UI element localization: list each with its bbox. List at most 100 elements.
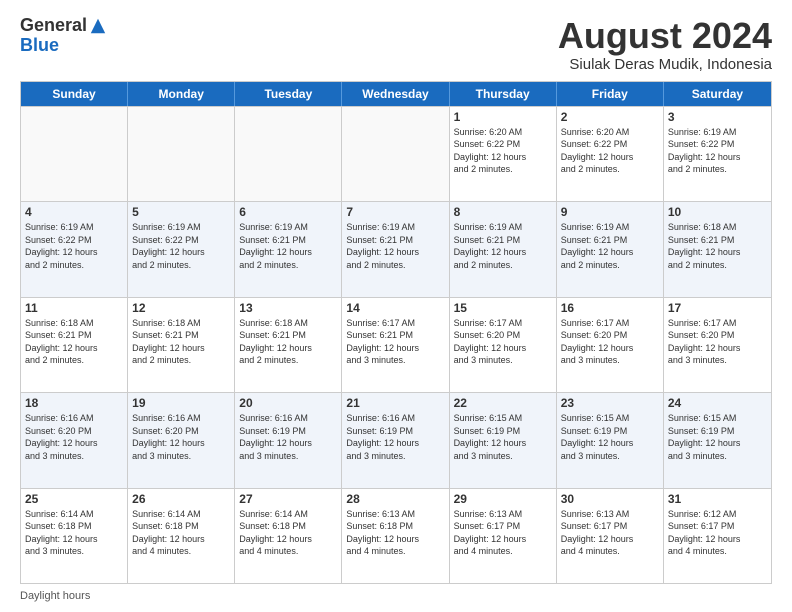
day-number: 5 [132, 205, 230, 219]
day-number: 25 [25, 492, 123, 506]
day-number: 30 [561, 492, 659, 506]
cell-info: Sunrise: 6:19 AM Sunset: 6:21 PM Dayligh… [346, 221, 444, 271]
cal-cell-12: 12Sunrise: 6:18 AM Sunset: 6:21 PM Dayli… [128, 298, 235, 392]
cal-cell-25: 25 Sunrise: 6:14 AM Sunset: 6:18 PM Dayli… [21, 489, 128, 583]
cell-info: Sunrise: 6:18 AM Sunset: 6:21 PM Dayligh… [132, 317, 230, 367]
cell-info: Sunrise: 6:16 AM Sunset: 6:19 PM Dayligh… [346, 412, 444, 462]
cal-cell-4: 4 Sunrise: 6:19 AM Sunset: 6:22 PM Daylig… [21, 202, 128, 296]
logo-text: General Blue [20, 16, 107, 56]
main-title: August 2024 [558, 16, 772, 56]
cal-cell-7: 7 Sunrise: 6:19 AM Sunset: 6:21 PM Daylig… [342, 202, 449, 296]
logo-general: General [20, 16, 87, 36]
cell-info: Sunrise: 6:19 AM Sunset: 6:22 PM Dayligh… [25, 221, 123, 271]
cal-week-4: 25 Sunrise: 6:14 AM Sunset: 6:18 PM Dayli… [21, 488, 771, 583]
day-number: 26 [132, 492, 230, 506]
cal-week-2: 11Sunrise: 6:18 AM Sunset: 6:21 PM Dayli… [21, 297, 771, 392]
day-number: 6 [239, 205, 337, 219]
day-number: 14 [346, 301, 444, 315]
cal-header-day-saturday: Saturday [664, 82, 771, 106]
logo: General Blue [20, 16, 107, 56]
cal-cell-18: 18 Sunrise: 6:16 AM Sunset: 6:20 PM Dayli… [21, 393, 128, 487]
cell-info: Sunrise: 6:14 AM Sunset: 6:18 PM Dayligh… [132, 508, 230, 558]
cell-info: Sunrise: 6:17 AM Sunset: 6:20 PM Dayligh… [668, 317, 767, 367]
cal-cell-17: 17 Sunrise: 6:17 AM Sunset: 6:20 PM Dayli… [664, 298, 771, 392]
logo-icon [89, 17, 107, 35]
day-number: 18 [25, 396, 123, 410]
day-number: 23 [561, 396, 659, 410]
day-number: 17 [668, 301, 767, 315]
day-number: 16 [561, 301, 659, 315]
cal-cell-9: 9 Sunrise: 6:19 AM Sunset: 6:21 PM Daylig… [557, 202, 664, 296]
cell-info: Sunrise: 6:13 AM Sunset: 6:17 PM Dayligh… [561, 508, 659, 558]
day-number: 9 [561, 205, 659, 219]
day-number: 28 [346, 492, 444, 506]
cell-info: Sunrise: 6:15 AM Sunset: 6:19 PM Dayligh… [668, 412, 767, 462]
calendar-body: 1 Sunrise: 6:20 AM Sunset: 6:22 PM Daylig… [21, 106, 771, 583]
cell-info: Sunrise: 6:12 AM Sunset: 6:17 PM Dayligh… [668, 508, 767, 558]
cal-week-0: 1 Sunrise: 6:20 AM Sunset: 6:22 PM Daylig… [21, 106, 771, 201]
cal-cell-15: 15 Sunrise: 6:17 AM Sunset: 6:20 PM Dayli… [450, 298, 557, 392]
cell-info: Sunrise: 6:18 AM Sunset: 6:21 PM Dayligh… [25, 317, 123, 367]
day-number: 4 [25, 205, 123, 219]
header: General Blue August 2024 Siulak Deras Mu… [20, 16, 772, 73]
calendar-header: SundayMondayTuesdayWednesdayThursdayFrid… [21, 82, 771, 106]
cal-cell-21: 21 Sunrise: 6:16 AM Sunset: 6:19 PM Dayli… [342, 393, 449, 487]
cal-cell-empty-0 [21, 107, 128, 201]
page: General Blue August 2024 Siulak Deras Mu… [0, 0, 792, 612]
cell-info: Sunrise: 6:14 AM Sunset: 6:18 PM Dayligh… [239, 508, 337, 558]
cell-info: Sunrise: 6:16 AM Sunset: 6:20 PM Dayligh… [25, 412, 123, 462]
cal-cell-26: 26 Sunrise: 6:14 AM Sunset: 6:18 PM Dayli… [128, 489, 235, 583]
cal-cell-8: 8Sunrise: 6:19 AM Sunset: 6:21 PM Daylig… [450, 202, 557, 296]
cal-cell-empty-1 [128, 107, 235, 201]
day-number: 7 [346, 205, 444, 219]
cal-cell-empty-3 [342, 107, 449, 201]
cal-cell-23: 23 Sunrise: 6:15 AM Sunset: 6:19 PM Dayli… [557, 393, 664, 487]
cell-info: Sunrise: 6:19 AM Sunset: 6:22 PM Dayligh… [132, 221, 230, 271]
cell-info: Sunrise: 6:17 AM Sunset: 6:20 PM Dayligh… [454, 317, 552, 367]
day-number: 22 [454, 396, 552, 410]
cell-info: Sunrise: 6:19 AM Sunset: 6:22 PM Dayligh… [668, 126, 767, 176]
cal-cell-14: 14 Sunrise: 6:17 AM Sunset: 6:21 PM Dayli… [342, 298, 449, 392]
day-number: 27 [239, 492, 337, 506]
cal-cell-19: 19Sunrise: 6:16 AM Sunset: 6:20 PM Dayli… [128, 393, 235, 487]
cal-cell-10: 10Sunrise: 6:18 AM Sunset: 6:21 PM Dayli… [664, 202, 771, 296]
cell-info: Sunrise: 6:19 AM Sunset: 6:21 PM Dayligh… [454, 221, 552, 271]
subtitle: Siulak Deras Mudik, Indonesia [558, 56, 772, 73]
cal-cell-2: 2Sunrise: 6:20 AM Sunset: 6:22 PM Daylig… [557, 107, 664, 201]
cell-info: Sunrise: 6:17 AM Sunset: 6:21 PM Dayligh… [346, 317, 444, 367]
day-number: 21 [346, 396, 444, 410]
cell-info: Sunrise: 6:18 AM Sunset: 6:21 PM Dayligh… [239, 317, 337, 367]
cell-info: Sunrise: 6:15 AM Sunset: 6:19 PM Dayligh… [561, 412, 659, 462]
cell-info: Sunrise: 6:14 AM Sunset: 6:18 PM Dayligh… [25, 508, 123, 558]
title-block: August 2024 Siulak Deras Mudik, Indonesi… [558, 16, 772, 73]
cell-info: Sunrise: 6:13 AM Sunset: 6:17 PM Dayligh… [454, 508, 552, 558]
cell-info: Sunrise: 6:19 AM Sunset: 6:21 PM Dayligh… [561, 221, 659, 271]
day-number: 2 [561, 110, 659, 124]
cal-cell-6: 6Sunrise: 6:19 AM Sunset: 6:21 PM Daylig… [235, 202, 342, 296]
day-number: 24 [668, 396, 767, 410]
cell-info: Sunrise: 6:13 AM Sunset: 6:18 PM Dayligh… [346, 508, 444, 558]
day-number: 31 [668, 492, 767, 506]
cal-cell-13: 13Sunrise: 6:18 AM Sunset: 6:21 PM Dayli… [235, 298, 342, 392]
cell-info: Sunrise: 6:16 AM Sunset: 6:19 PM Dayligh… [239, 412, 337, 462]
day-number: 3 [668, 110, 767, 124]
cal-cell-29: 29 Sunrise: 6:13 AM Sunset: 6:17 PM Dayli… [450, 489, 557, 583]
day-number: 20 [239, 396, 337, 410]
day-number: 29 [454, 492, 552, 506]
cal-cell-1: 1 Sunrise: 6:20 AM Sunset: 6:22 PM Daylig… [450, 107, 557, 201]
cal-week-1: 4 Sunrise: 6:19 AM Sunset: 6:22 PM Daylig… [21, 201, 771, 296]
cal-cell-22: 22 Sunrise: 6:15 AM Sunset: 6:19 PM Dayli… [450, 393, 557, 487]
cal-header-day-monday: Monday [128, 82, 235, 106]
cal-cell-31: 31 Sunrise: 6:12 AM Sunset: 6:17 PM Dayli… [664, 489, 771, 583]
cal-header-day-sunday: Sunday [21, 82, 128, 106]
cell-info: Sunrise: 6:15 AM Sunset: 6:19 PM Dayligh… [454, 412, 552, 462]
cal-cell-27: 27 Sunrise: 6:14 AM Sunset: 6:18 PM Dayli… [235, 489, 342, 583]
cal-cell-3: 3 Sunrise: 6:19 AM Sunset: 6:22 PM Daylig… [664, 107, 771, 201]
cal-cell-24: 24 Sunrise: 6:15 AM Sunset: 6:19 PM Dayli… [664, 393, 771, 487]
cell-info: Sunrise: 6:20 AM Sunset: 6:22 PM Dayligh… [454, 126, 552, 176]
day-number: 1 [454, 110, 552, 124]
day-number: 15 [454, 301, 552, 315]
cal-cell-28: 28 Sunrise: 6:13 AM Sunset: 6:18 PM Dayli… [342, 489, 449, 583]
cal-cell-5: 5 Sunrise: 6:19 AM Sunset: 6:22 PM Daylig… [128, 202, 235, 296]
logo-blue: Blue [20, 36, 107, 56]
